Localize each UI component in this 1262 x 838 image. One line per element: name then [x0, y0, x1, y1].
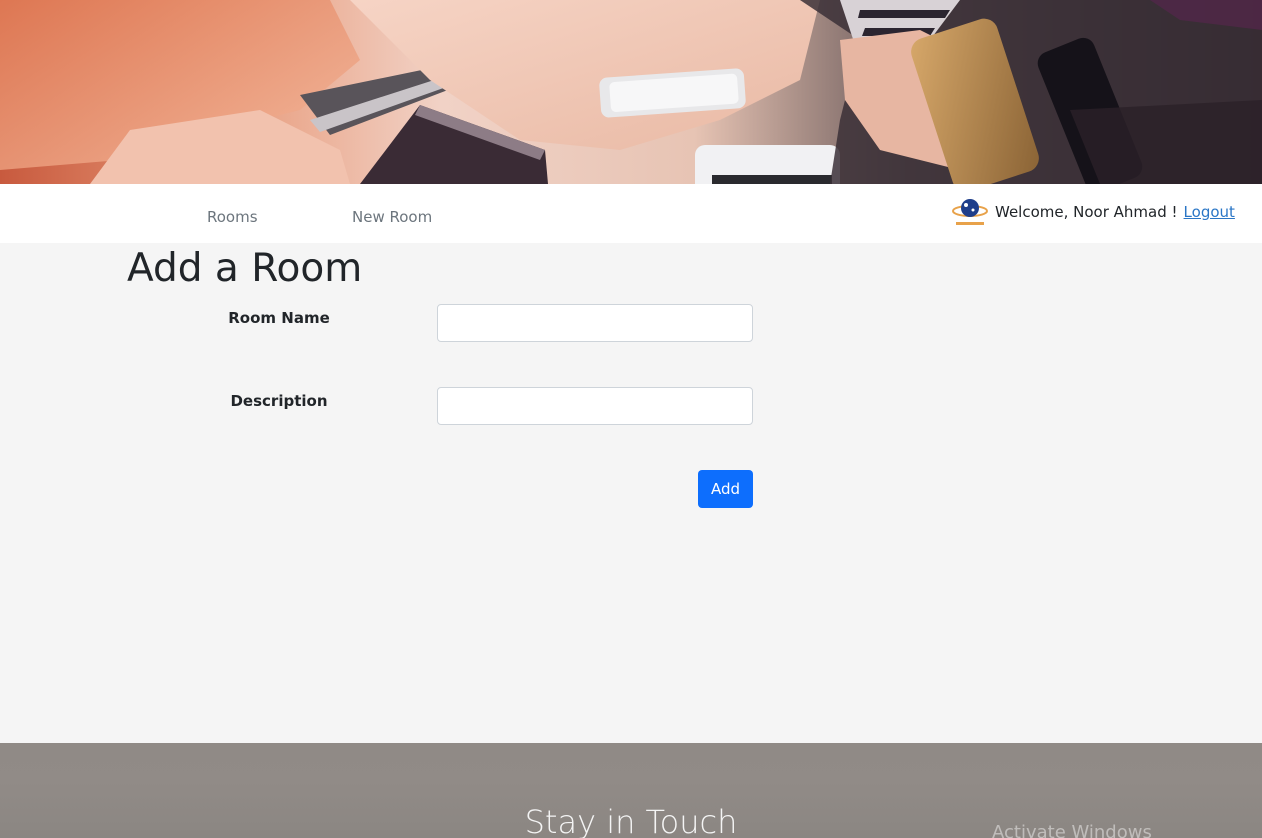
footer: Stay in Touch Activate Windows — [0, 743, 1262, 838]
description-label: Description — [230, 392, 328, 410]
logout-link[interactable]: Logout — [1184, 203, 1235, 221]
nav-link-rooms[interactable]: Rooms — [207, 208, 258, 226]
user-area: Welcome, Noor Ahmad ! Logout — [951, 195, 1235, 229]
room-name-input[interactable] — [437, 304, 753, 342]
welcome-message: Welcome, Noor Ahmad ! — [995, 203, 1178, 221]
add-button[interactable]: Add — [698, 470, 753, 508]
description-input[interactable] — [437, 387, 753, 425]
top-navbar: Rooms New Room Welcome, Noor Ahmad ! Log… — [0, 184, 1262, 243]
room-name-label: Room Name — [228, 309, 330, 327]
hero-photo-illustration — [0, 0, 1262, 184]
page-title: Add a Room — [127, 246, 363, 291]
activate-windows-watermark: Activate Windows — [992, 822, 1152, 838]
world-web-logo-icon — [952, 199, 988, 225]
hero-banner-image — [0, 0, 1262, 184]
nav-link-new-room[interactable]: New Room — [352, 208, 432, 226]
